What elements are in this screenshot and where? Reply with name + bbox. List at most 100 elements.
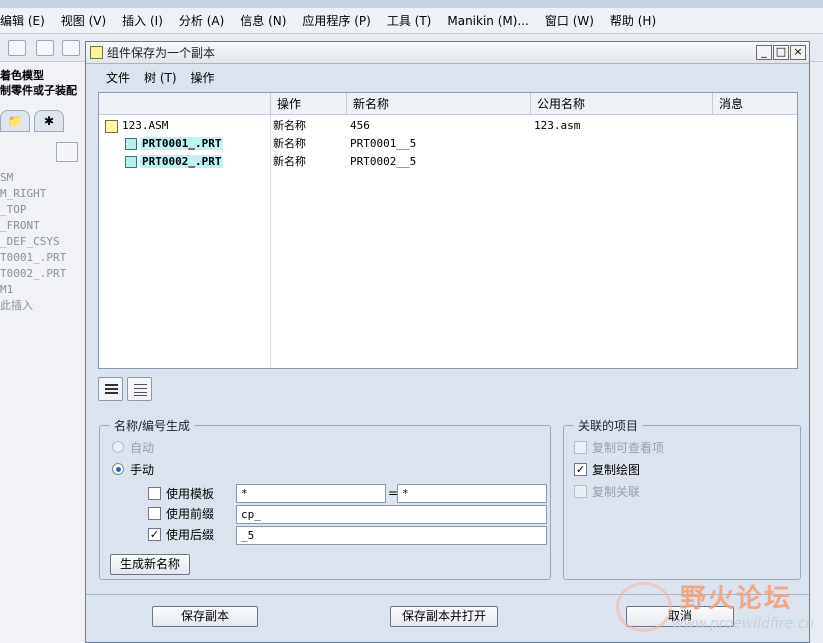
dialog-menu-tree[interactable]: 树 (T): [144, 69, 177, 86]
tree-item[interactable]: M_RIGHT: [0, 186, 66, 202]
copy-relations-label: 复制关联: [592, 485, 641, 499]
copy-relations-checkbox[interactable]: [574, 485, 587, 498]
manual-radio[interactable]: [112, 463, 124, 475]
template-field-2[interactable]: *: [397, 484, 547, 503]
row-action: 新名称: [273, 137, 306, 150]
tree-settings-icon[interactable]: [56, 142, 78, 162]
component-name: PRT0001_.PRT: [140, 137, 224, 150]
table-row[interactable]: PRT0001_.PRT 新名称 PRT0001__5: [99, 135, 797, 153]
component-name: 123.ASM: [122, 119, 169, 132]
manual-label: 手动: [130, 463, 155, 477]
copy-viewables-label: 复制可查看项: [592, 441, 665, 455]
detail-view-button[interactable]: [98, 377, 123, 401]
row-action: 新名称: [273, 155, 306, 168]
watermark-logo-icon: [616, 582, 672, 632]
dialog-title: 组件保存为一个副本: [107, 46, 216, 60]
dialog-titlebar[interactable]: 组件保存为一个副本 _ □ ×: [86, 42, 809, 64]
model-tree-panel: 着色模型 制零件或子装配 📁 ✱ SM M_RIGHT _TOP _FRONT …: [0, 62, 86, 643]
watermark: 野火论坛 www.proewildfire.cn: [612, 576, 822, 642]
minimize-button[interactable]: _: [756, 45, 772, 60]
table-header: 操作 新名称 公用名称 消息: [99, 93, 797, 115]
tree-item[interactable]: SM: [0, 170, 66, 186]
open-folder-icon[interactable]: [8, 40, 26, 56]
col-new-name[interactable]: 新名称: [346, 93, 530, 115]
menu-window[interactable]: 窗口 (W): [545, 12, 594, 29]
tree-item[interactable]: _FRONT: [0, 218, 66, 234]
part-icon: [125, 138, 137, 150]
tree-item[interactable]: _DEF_CSYS: [0, 234, 66, 250]
dialog-menu-file[interactable]: 文件: [106, 69, 130, 86]
save-copy-dialog: 组件保存为一个副本 _ □ × 文件 树 (T) 操作 操作 新名称 公用名称 …: [85, 41, 810, 643]
auto-radio[interactable]: [112, 441, 124, 453]
naming-legend: 名称/编号生成: [110, 417, 195, 434]
app-title-strip: [0, 0, 823, 8]
row-common-name: 123.asm: [534, 119, 581, 132]
table-row[interactable]: 123.ASM 新名称 456 123.asm: [99, 117, 797, 135]
app-menubar: 编辑 (E) 视图 (V) 插入 (I) 分析 (A) 信息 (N) 应用程序 …: [0, 8, 823, 34]
use-suffix-label: 使用后缀: [166, 528, 215, 542]
copy-viewables-checkbox[interactable]: [574, 441, 587, 454]
components-table: 操作 新名称 公用名称 消息 123.ASM 新名称 456 123.asm P…: [98, 92, 798, 369]
model-tree: SM M_RIGHT _TOP _FRONT _DEF_CSYS T0001_.…: [0, 170, 66, 314]
list-view-button[interactable]: [127, 377, 152, 401]
menu-manikin[interactable]: Manikin (M)...: [447, 14, 529, 28]
template-field[interactable]: *: [236, 484, 386, 503]
prefix-field[interactable]: cp_: [236, 505, 547, 524]
tree-item[interactable]: T0001_.PRT: [0, 250, 66, 266]
copy-drawing-label: 复制绘图: [592, 463, 641, 477]
use-template-checkbox[interactable]: [148, 487, 161, 500]
right-toolbar-strip: [808, 62, 823, 643]
use-template-label: 使用模板: [166, 487, 215, 501]
dialog-menu-actions[interactable]: 操作: [191, 69, 215, 86]
row-new-name[interactable]: 456: [350, 117, 370, 135]
menu-edit[interactable]: 编辑 (E): [0, 12, 45, 29]
menu-applications[interactable]: 应用程序 (P): [302, 12, 370, 29]
col-message[interactable]: 消息: [712, 93, 780, 115]
save-icon[interactable]: [36, 40, 54, 56]
use-suffix-checkbox[interactable]: ✓: [148, 528, 161, 541]
panel-header-1: 着色模型: [0, 69, 44, 82]
row-new-name[interactable]: PRT0002__5: [350, 153, 416, 171]
related-legend: 关联的项目: [574, 417, 643, 434]
menu-info[interactable]: 信息 (N): [240, 12, 286, 29]
col-action[interactable]: 操作: [270, 93, 346, 115]
menu-insert[interactable]: 插入 (I): [122, 12, 163, 29]
dialog-menubar: 文件 树 (T) 操作: [86, 64, 809, 90]
tab-folder-icon[interactable]: 📁: [0, 110, 30, 132]
tree-item[interactable]: _TOP: [0, 202, 66, 218]
use-prefix-checkbox[interactable]: [148, 507, 161, 520]
panel-tabs: 📁 ✱: [0, 110, 85, 136]
maximize-button[interactable]: □: [773, 45, 789, 60]
close-button[interactable]: ×: [790, 45, 806, 60]
tree-item[interactable]: M1: [0, 282, 66, 298]
menu-help[interactable]: 帮助 (H): [610, 12, 656, 29]
use-prefix-label: 使用前缀: [166, 507, 215, 521]
component-name: PRT0002_.PRT: [140, 155, 224, 168]
assembly-icon: [90, 46, 103, 59]
menu-view[interactable]: 视图 (V): [61, 12, 106, 29]
table-row[interactable]: PRT0002_.PRT 新名称 PRT0002__5: [99, 153, 797, 171]
menu-tools[interactable]: 工具 (T): [387, 12, 432, 29]
save-copy-open-button[interactable]: 保存副本并打开: [390, 606, 498, 627]
tab-favorites-icon[interactable]: ✱: [34, 110, 64, 132]
naming-group: 名称/编号生成 自动 手动 使用模板 * = * 使用前缀 cp_ ✓ 使用后缀…: [99, 417, 551, 580]
watermark-url: www.proewildfire.cn: [672, 616, 815, 632]
assembly-icon: [105, 120, 118, 133]
row-action: 新名称: [273, 119, 306, 132]
row-new-name[interactable]: PRT0001__5: [350, 135, 416, 153]
related-items-group: 关联的项目 复制可查看项 ✓ 复制绘图 复制关联: [563, 417, 801, 580]
menu-analysis[interactable]: 分析 (A): [179, 12, 224, 29]
copy-drawing-checkbox[interactable]: ✓: [574, 463, 587, 476]
generate-names-button[interactable]: 生成新名称: [110, 554, 190, 575]
window-buttons: _ □ ×: [756, 45, 806, 60]
save-as-icon[interactable]: [62, 40, 80, 56]
tree-item[interactable]: 此插入: [0, 298, 66, 314]
suffix-field[interactable]: _5: [236, 526, 547, 545]
watermark-title: 野火论坛: [680, 584, 793, 614]
save-copy-button[interactable]: 保存副本: [152, 606, 258, 627]
tree-item[interactable]: T0002_.PRT: [0, 266, 66, 282]
col-common-name[interactable]: 公用名称: [530, 93, 712, 115]
panel-header-2: 制零件或子装配: [0, 84, 77, 97]
part-icon: [125, 156, 137, 168]
auto-label: 自动: [130, 441, 155, 455]
